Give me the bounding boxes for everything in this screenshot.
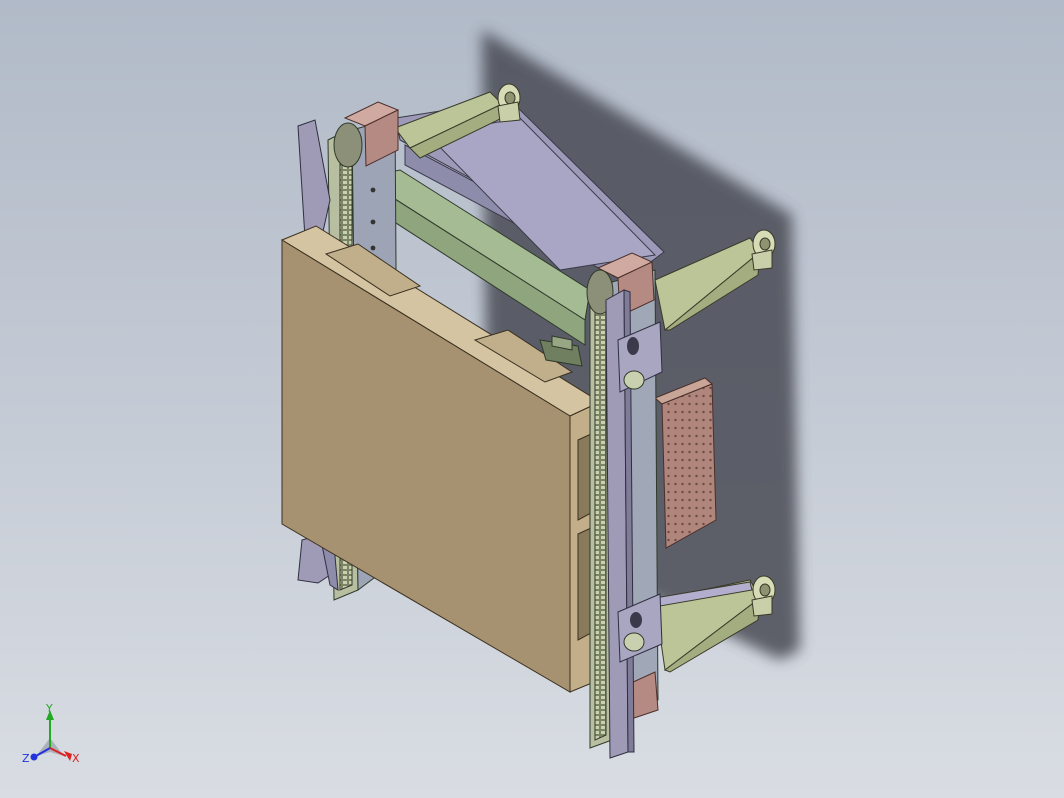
x-axis-label: X	[72, 752, 80, 765]
caster-middle-right	[751, 229, 776, 271]
y-axis-label: Y	[45, 702, 53, 715]
assembly-drawing: Y X Z	[22, 30, 800, 765]
caster-top-left	[497, 83, 521, 123]
z-axis-label: Z	[22, 752, 30, 765]
coordinate-triad[interactable]: Y X Z	[22, 702, 80, 765]
caster-bottom-right	[751, 575, 776, 617]
cad-viewport[interactable]: Y X Z	[0, 0, 1064, 798]
z-axis-tip	[30, 753, 38, 761]
